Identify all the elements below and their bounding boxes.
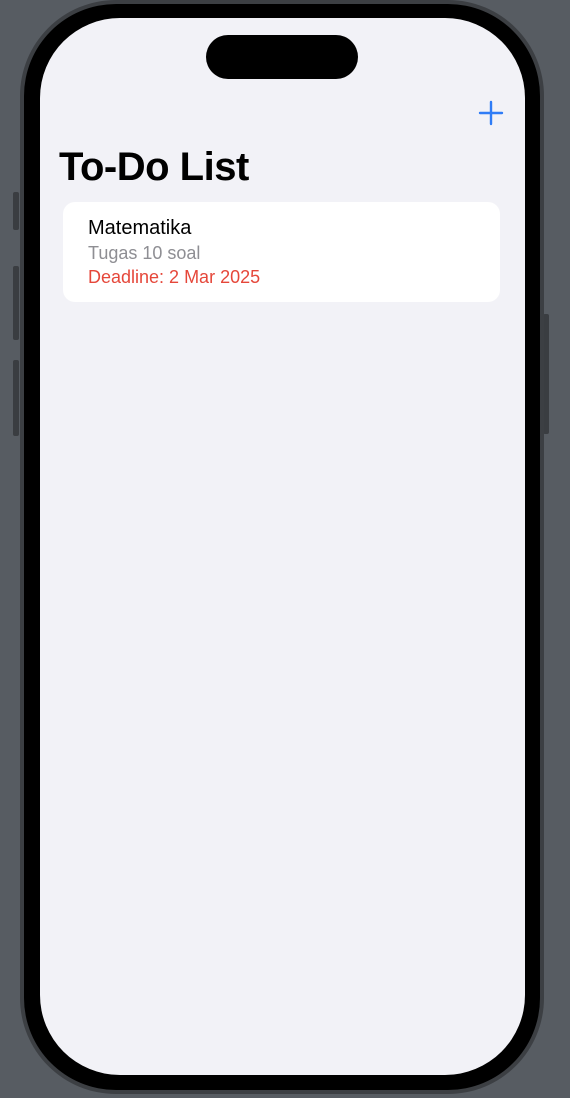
list-item[interactable]: Matematika Tugas 10 soal Deadline: 2 Mar…: [63, 202, 500, 302]
task-description: Tugas 10 soal: [88, 243, 201, 263]
task-title: Matematika: [88, 217, 192, 239]
simulator-canvas: To-Do List Matematika Tugas 10 soal Dead…: [0, 0, 570, 1098]
dynamic-island: [206, 35, 358, 79]
action-button: [13, 192, 19, 230]
task-list: Matematika Tugas 10 soal Deadline: 2 Mar…: [63, 202, 500, 302]
add-task-button[interactable]: [474, 96, 508, 130]
page-title: To-Do List: [59, 145, 249, 189]
volume-up-button: [13, 266, 19, 340]
plus-icon: [478, 100, 504, 126]
task-deadline: Deadline: 2 Mar 2025: [88, 267, 261, 287]
app-screen: To-Do List Matematika Tugas 10 soal Dead…: [40, 18, 525, 1075]
volume-down-button: [13, 360, 19, 436]
